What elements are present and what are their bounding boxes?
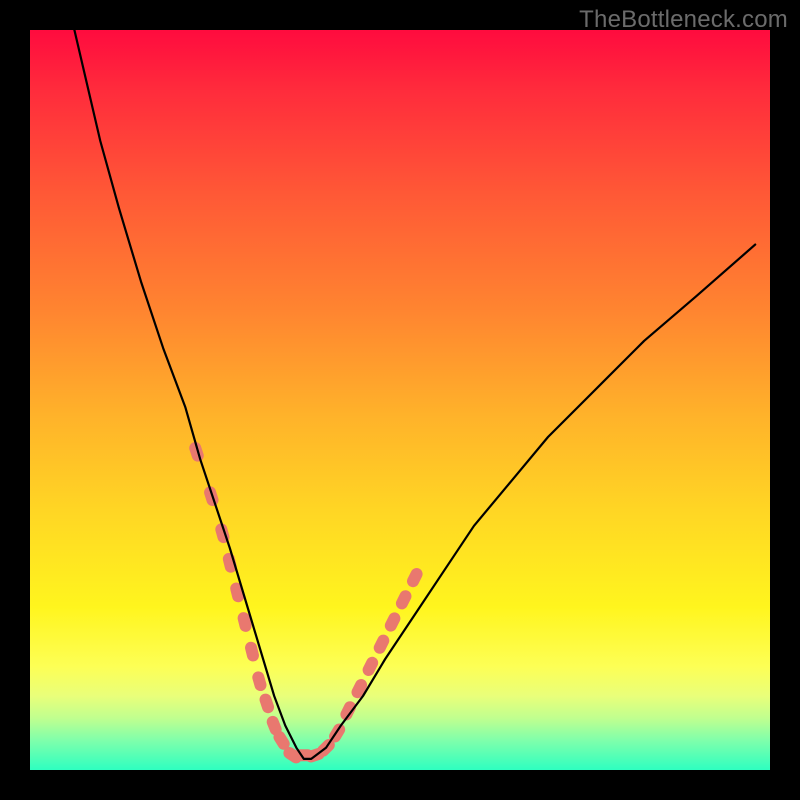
chart-frame	[30, 30, 770, 770]
marker-pill	[405, 566, 425, 589]
markers-group	[188, 440, 425, 765]
marker-pill	[394, 588, 414, 611]
marker-pill	[251, 670, 268, 693]
chart-svg	[30, 30, 770, 770]
watermark-text: TheBottleneck.com	[579, 6, 788, 34]
marker-pill	[338, 699, 358, 722]
marker-pill	[203, 485, 220, 508]
bottleneck-curve	[74, 30, 755, 759]
marker-pill	[361, 655, 381, 678]
marker-pill	[383, 610, 403, 633]
